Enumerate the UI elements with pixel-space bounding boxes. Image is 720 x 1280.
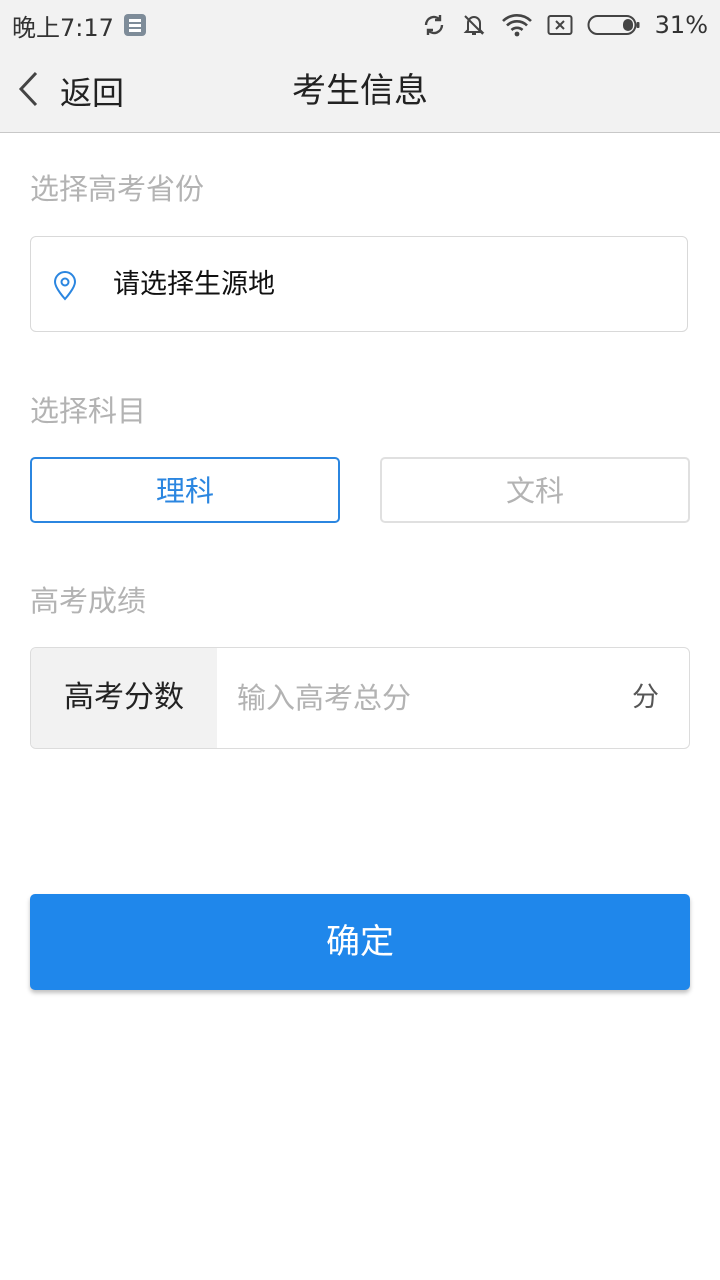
battery-icon — [587, 14, 641, 36]
subject-science-button[interactable]: 理科 — [30, 457, 340, 523]
sim-blocked-icon — [547, 14, 573, 36]
province-placeholder: 请选择生源地 — [113, 269, 275, 300]
score-field-label: 高考分数 — [31, 648, 217, 748]
subject-arts-button[interactable]: 文科 — [380, 457, 690, 523]
status-bar: 晚上7:17 31% — [0, 0, 720, 50]
sim-icon — [123, 14, 146, 36]
subject-section-label: 选择科目 — [30, 394, 147, 428]
province-select[interactable]: 请选择生源地 — [30, 236, 688, 332]
score-unit: 分 — [632, 682, 659, 713]
confirm-button[interactable]: 确定 — [30, 894, 690, 990]
back-label: 返回 — [60, 74, 125, 112]
wifi-icon — [501, 12, 533, 38]
province-section-label: 选择高考省份 — [30, 172, 205, 206]
location-pin-icon — [53, 271, 77, 305]
status-right: 31% — [421, 0, 708, 50]
sync-icon — [421, 12, 447, 38]
nav-bar: 返回 考生信息 — [0, 50, 720, 133]
score-input[interactable] — [237, 668, 597, 728]
battery-percent: 31% — [654, 11, 708, 39]
back-button[interactable]: 返回 — [16, 62, 124, 120]
status-time: 晚上7:17 — [12, 13, 114, 42]
mute-bell-icon — [461, 12, 487, 38]
score-section-label: 高考成绩 — [30, 584, 147, 618]
chevron-left-icon — [16, 69, 40, 113]
score-field: 高考分数 分 — [30, 647, 690, 749]
status-left: 晚上7:17 — [12, 0, 146, 50]
